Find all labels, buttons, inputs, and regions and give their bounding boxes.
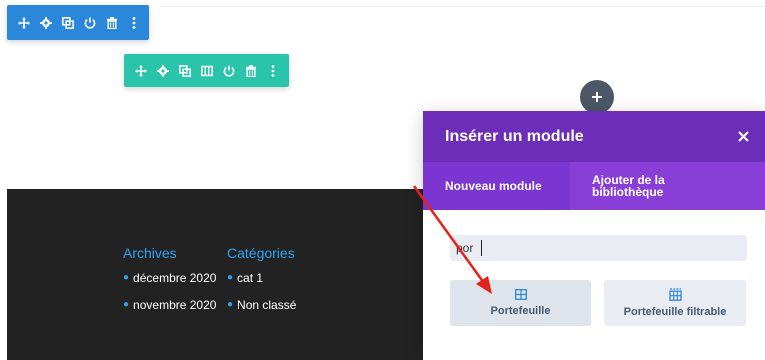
top-divider bbox=[160, 6, 765, 7]
archives-list: ● décembre 2020 ● novembre 2020 bbox=[123, 271, 216, 325]
plus-icon bbox=[592, 92, 602, 102]
filterable-grid-icon bbox=[668, 288, 682, 301]
module-label: Portefeuille filtrable bbox=[623, 306, 727, 318]
archives-widget: Archives ● décembre 2020 ● novembre 2020 bbox=[123, 245, 216, 325]
list-item[interactable]: ● décembre 2020 bbox=[123, 271, 216, 298]
duplicate-icon[interactable] bbox=[174, 56, 196, 86]
close-button[interactable] bbox=[735, 128, 751, 144]
columns-icon[interactable] bbox=[196, 56, 218, 86]
module-search-input[interactable] bbox=[450, 235, 747, 261]
gear-icon[interactable] bbox=[152, 56, 174, 86]
trash-icon[interactable] bbox=[240, 56, 262, 86]
categories-widget: Catégories ● cat 1 ● Non classé bbox=[227, 245, 296, 325]
more-vertical-icon[interactable] bbox=[123, 8, 145, 38]
duplicate-icon[interactable] bbox=[57, 8, 79, 38]
gear-icon[interactable] bbox=[35, 8, 57, 38]
tab-label: Nouveau module bbox=[445, 179, 542, 193]
add-module-button[interactable] bbox=[580, 80, 614, 114]
list-item[interactable]: ● cat 1 bbox=[227, 271, 296, 298]
list-item[interactable]: ● novembre 2020 bbox=[123, 298, 216, 325]
row-toolbar bbox=[124, 54, 289, 87]
module-label: Portefeuille bbox=[490, 305, 551, 317]
modal-title: Insérer un module bbox=[445, 127, 584, 145]
footer-section: Archives ● décembre 2020 ● novembre 2020 C… bbox=[7, 189, 423, 360]
bullet-icon: ● bbox=[227, 299, 234, 310]
list-item[interactable]: ● Non classé bbox=[227, 298, 296, 325]
bullet-icon: ● bbox=[123, 299, 130, 310]
categories-title: Catégories bbox=[227, 245, 295, 261]
grid-icon bbox=[514, 289, 527, 300]
modal-tabs: Nouveau module Ajouter de la bibliothèqu… bbox=[423, 162, 765, 210]
close-icon bbox=[737, 130, 749, 142]
bullet-icon: ● bbox=[227, 272, 234, 283]
section-toolbar bbox=[7, 5, 149, 40]
modal-header: Insérer un module bbox=[423, 111, 765, 162]
insert-module-modal: Insérer un module Nouveau module Ajouter… bbox=[423, 111, 765, 360]
archives-title: Archives bbox=[123, 245, 177, 261]
category-link[interactable]: cat 1 bbox=[237, 271, 263, 285]
archive-link[interactable]: novembre 2020 bbox=[133, 298, 216, 312]
archive-link[interactable]: décembre 2020 bbox=[133, 271, 216, 285]
tab-new-module[interactable]: Nouveau module bbox=[423, 162, 570, 210]
categories-list: ● cat 1 ● Non classé bbox=[227, 271, 296, 325]
text-caret bbox=[481, 240, 482, 256]
module-filterable-portfolio-button[interactable]: Portefeuille filtrable bbox=[604, 280, 746, 326]
power-icon[interactable] bbox=[79, 8, 101, 38]
more-vertical-icon[interactable] bbox=[262, 56, 284, 86]
tab-label: Ajouter de la bibliothèque bbox=[592, 173, 665, 199]
tab-library[interactable]: Ajouter de la bibliothèque bbox=[570, 162, 710, 210]
category-link[interactable]: Non classé bbox=[237, 298, 296, 312]
move-icon[interactable] bbox=[130, 56, 152, 86]
bullet-icon: ● bbox=[123, 272, 130, 283]
module-portfolio-button[interactable]: Portefeuille bbox=[450, 280, 591, 326]
power-icon[interactable] bbox=[218, 56, 240, 86]
move-icon[interactable] bbox=[13, 8, 35, 38]
trash-icon[interactable] bbox=[101, 8, 123, 38]
